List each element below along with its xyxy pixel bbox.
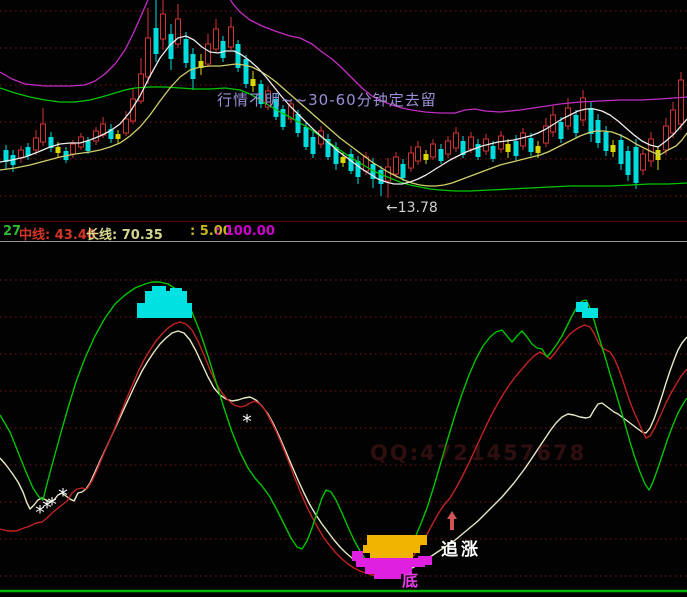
stock-app-screenshot: ***** 行情不明~~30-60分钟定去留 ←13.78 27 中线: 43.… bbox=[0, 0, 687, 597]
chart-canvas[interactable]: ***** bbox=[0, 0, 687, 597]
status-value-mid: 中线: 43.40 bbox=[19, 224, 96, 243]
svg-text:*: * bbox=[58, 485, 68, 507]
svg-text:*: * bbox=[47, 494, 57, 516]
status-value-long: 长线: 70.35 bbox=[86, 224, 163, 243]
indicator-status-bar: 27 中线: 43.40 长线: 70.35 : 5.00 : 100.00 bbox=[0, 222, 687, 241]
status-value-high: : 100.00 bbox=[215, 224, 275, 239]
svg-text:*: * bbox=[242, 411, 252, 433]
